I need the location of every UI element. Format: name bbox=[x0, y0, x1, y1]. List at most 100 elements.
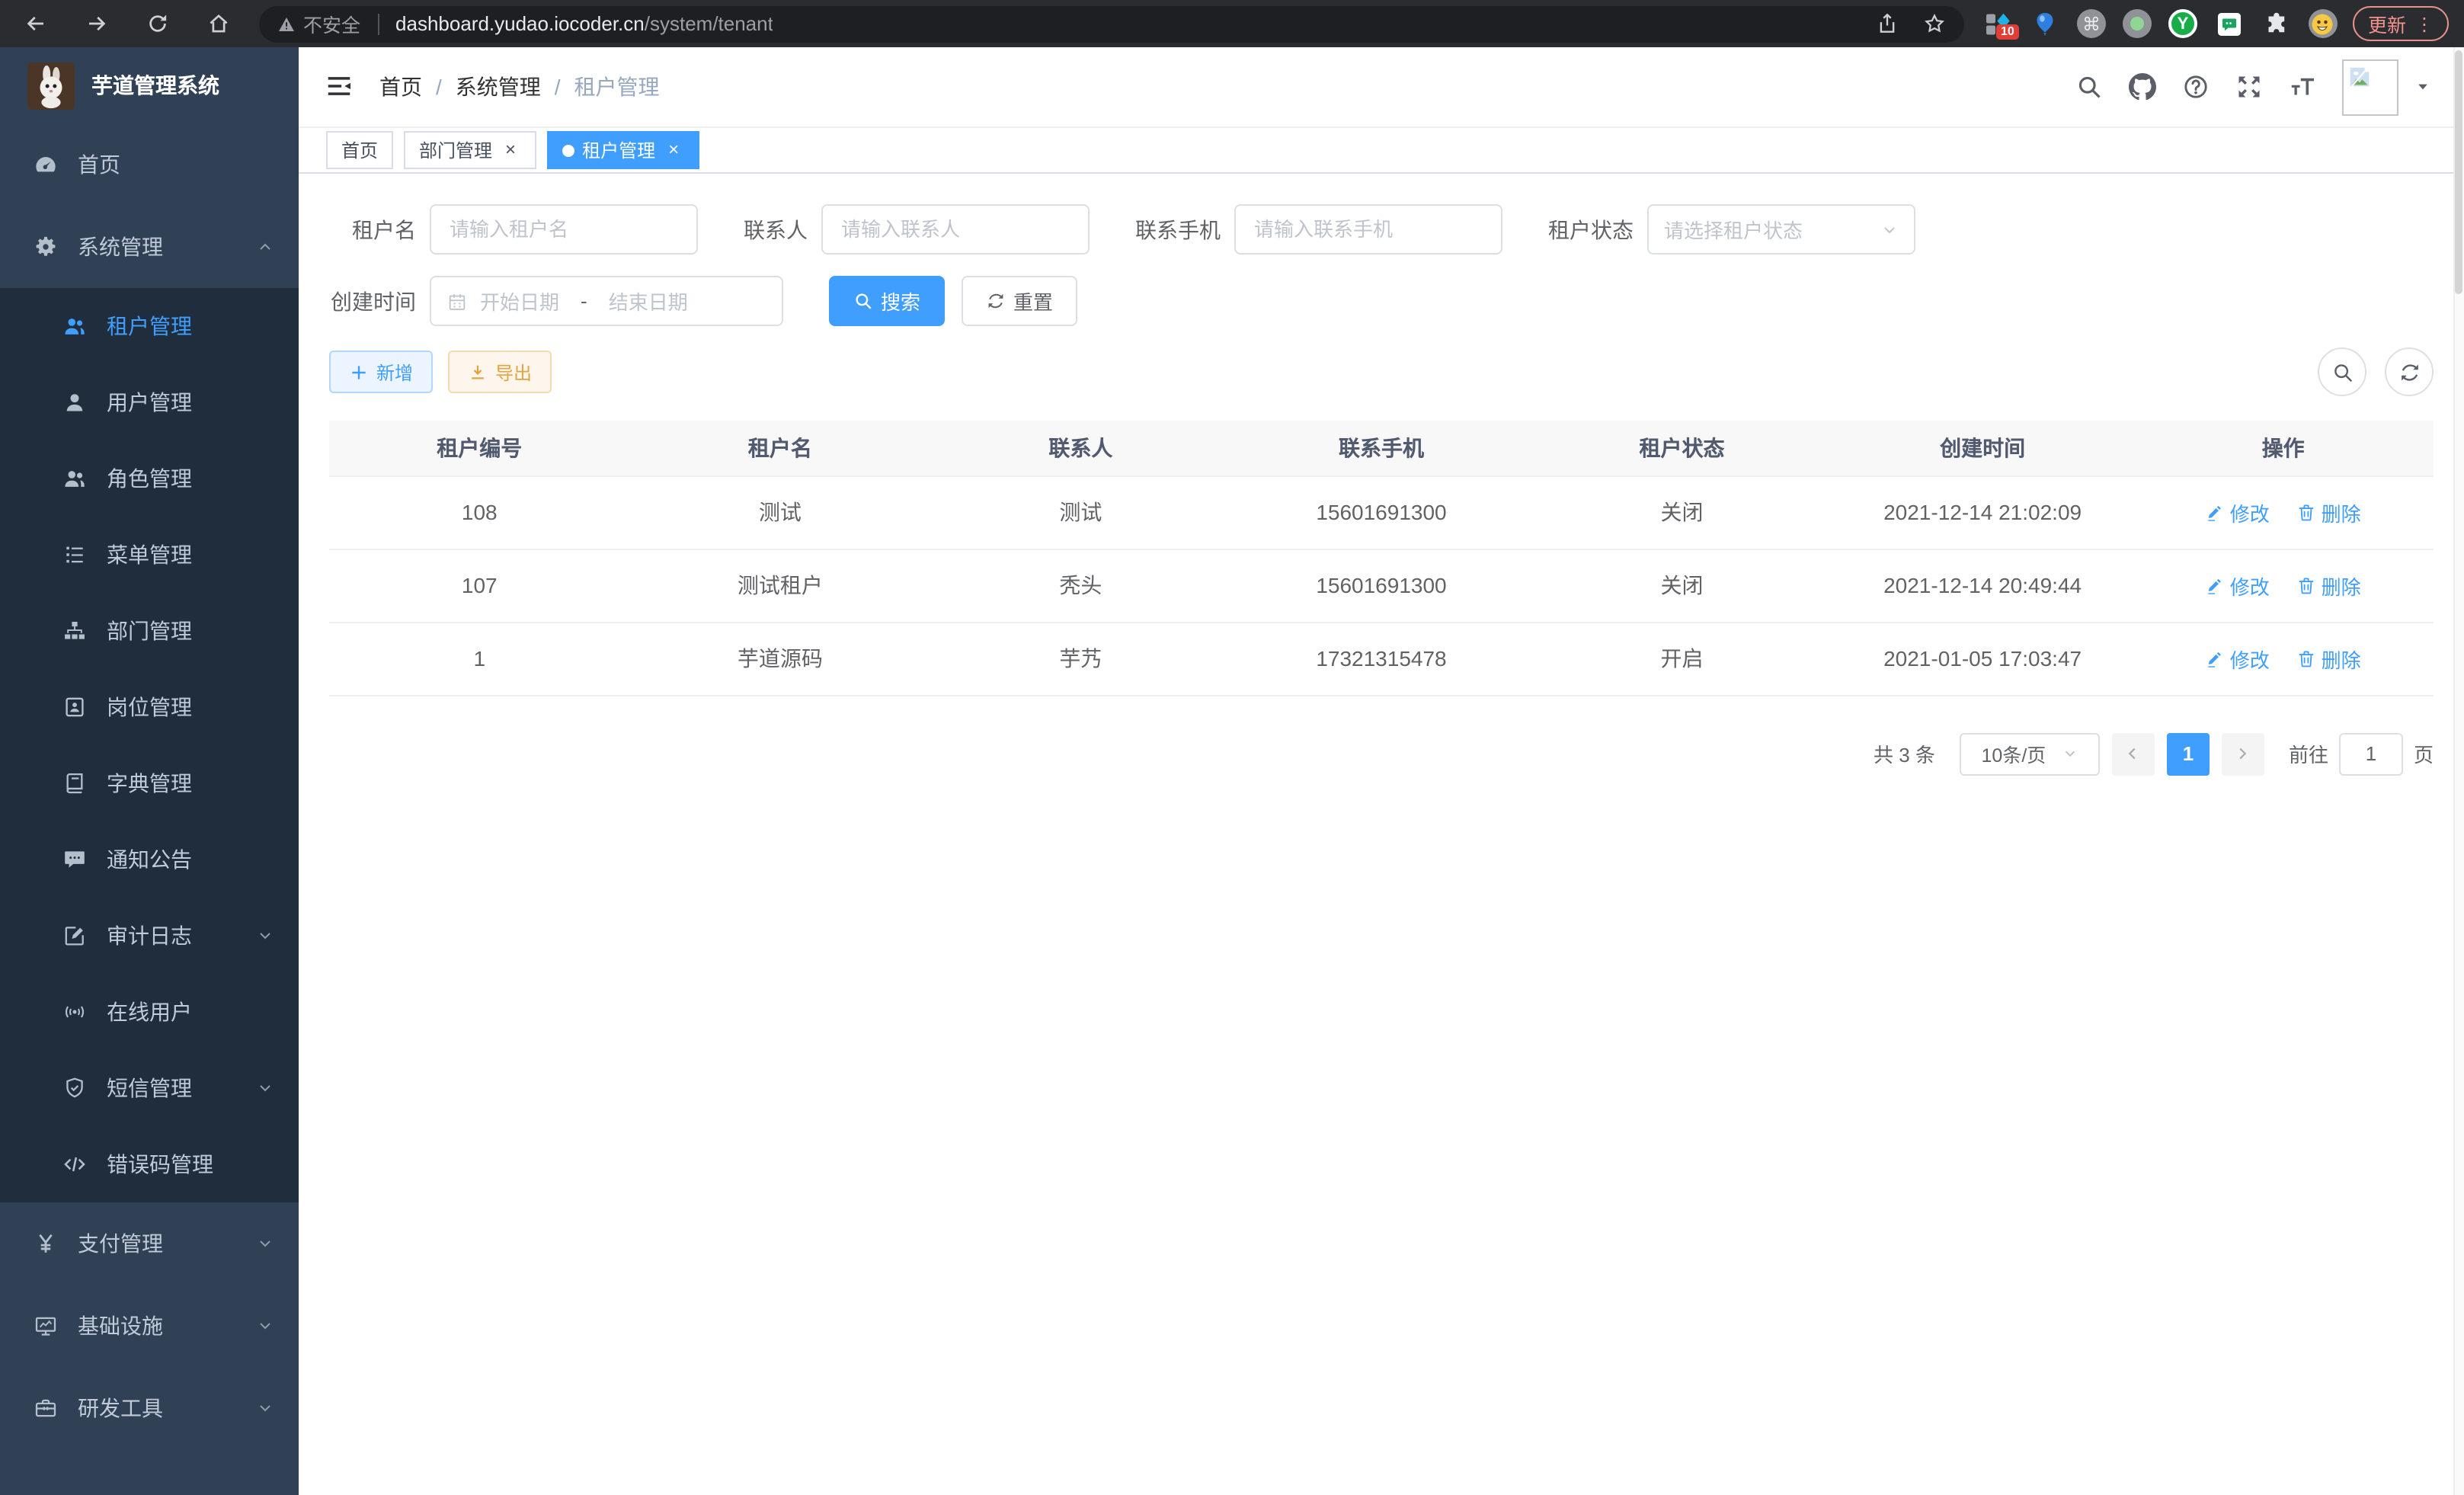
address-bar[interactable]: 不安全 dashboard.yudao.iocoder.cn/system/te… bbox=[259, 5, 1964, 42]
start-date-placeholder: 开始日期 bbox=[480, 287, 559, 315]
profile-avatar-icon[interactable] bbox=[2309, 9, 2338, 38]
sidebar-item[interactable]: 在线用户 bbox=[0, 974, 299, 1050]
app-logo[interactable]: 芋道管理系统 bbox=[0, 47, 299, 123]
sidebar-item[interactable]: 短信管理 bbox=[0, 1050, 299, 1126]
sidebar-item[interactable]: 菜单管理 bbox=[0, 517, 299, 593]
sidebar-item[interactable]: 研发工具 bbox=[0, 1367, 299, 1449]
help-icon[interactable] bbox=[2182, 73, 2210, 101]
add-button[interactable]: 新增 bbox=[329, 351, 433, 393]
page-number-1[interactable]: 1 bbox=[2167, 732, 2210, 775]
contact-input[interactable] bbox=[821, 204, 1090, 255]
cell-actions: 修改 删除 bbox=[2133, 475, 2434, 549]
chevron-icon bbox=[256, 1079, 274, 1097]
refresh-table-button[interactable] bbox=[2385, 347, 2434, 396]
github-icon[interactable] bbox=[2129, 73, 2156, 101]
tag-close-icon[interactable]: × bbox=[663, 139, 684, 161]
export-button[interactable]: 导出 bbox=[448, 351, 552, 393]
extension-balloon-icon[interactable] bbox=[2030, 8, 2060, 39]
chevron-icon bbox=[256, 927, 274, 945]
reload-icon[interactable] bbox=[137, 4, 177, 43]
sidebar-item[interactable]: 部门管理 bbox=[0, 593, 299, 669]
sidebar-item[interactable]: 角色管理 bbox=[0, 440, 299, 517]
cell-created: 2021-12-14 21:02:09 bbox=[1832, 475, 2133, 549]
avatar-caret-icon[interactable] bbox=[2415, 79, 2430, 94]
cell-created: 2021-12-14 20:49:44 bbox=[1832, 549, 2133, 622]
end-date-placeholder: 结束日期 bbox=[609, 287, 688, 315]
home-icon[interactable] bbox=[198, 4, 238, 43]
badge-icon bbox=[62, 695, 87, 719]
tag-close-icon[interactable]: × bbox=[500, 139, 521, 161]
sidebar-collapse-icon[interactable] bbox=[325, 72, 355, 102]
edit-link[interactable]: 修改 bbox=[2206, 498, 2270, 527]
search-icon bbox=[2331, 360, 2354, 383]
tag[interactable]: 租户管理 × bbox=[547, 131, 699, 169]
tag[interactable]: 部门管理 × bbox=[404, 131, 536, 169]
security-label[interactable]: 不安全 bbox=[303, 9, 360, 38]
page-size-select[interactable]: 10条/页 bbox=[1960, 732, 2100, 775]
hide-search-button[interactable] bbox=[2318, 347, 2366, 396]
cell-tenant-id: 1 bbox=[329, 622, 630, 695]
share-icon[interactable] bbox=[1876, 12, 1899, 35]
reset-button[interactable]: 重置 bbox=[962, 276, 1077, 326]
sidebar-item[interactable]: 通知公告 bbox=[0, 821, 299, 898]
next-page-button[interactable] bbox=[2222, 732, 2264, 775]
edit-link[interactable]: 修改 bbox=[2206, 644, 2270, 673]
sidebar-item[interactable]: 审计日志 bbox=[0, 898, 299, 974]
breadcrumb-item[interactable]: / 系统管理 bbox=[422, 72, 541, 102]
extension-command-icon[interactable]: ⌘ bbox=[2077, 9, 2106, 38]
extension-chat-icon[interactable] bbox=[2214, 8, 2245, 39]
cell-contact: 芋艿 bbox=[930, 622, 1231, 695]
edit-link[interactable]: 修改 bbox=[2206, 571, 2270, 600]
create-time-range-picker[interactable]: 开始日期 - 结束日期 bbox=[430, 276, 783, 326]
user-avatar[interactable] bbox=[2342, 59, 2398, 115]
page-scrollbar[interactable] bbox=[2453, 47, 2464, 1495]
sidebar-item[interactable]: 错误码管理 bbox=[0, 1126, 299, 1202]
search-icon[interactable] bbox=[2075, 73, 2103, 101]
sidebar-item[interactable]: 系统管理 bbox=[0, 206, 299, 288]
extension-recorder-icon[interactable] bbox=[2123, 9, 2152, 38]
tenant-name-input[interactable] bbox=[430, 204, 698, 255]
sidebar-item[interactable]: 字典管理 bbox=[0, 745, 299, 821]
extensions-puzzle-icon[interactable] bbox=[2261, 8, 2292, 39]
trash-icon bbox=[2297, 575, 2317, 595]
cell-tenant-name: 芋道源码 bbox=[630, 622, 931, 695]
forward-icon[interactable] bbox=[76, 4, 116, 43]
extension-tabs-icon[interactable]: 10 bbox=[1982, 8, 2013, 39]
cell-tenant-name: 测试租户 bbox=[630, 549, 931, 622]
breadcrumb-item[interactable]: / 租户管理 bbox=[541, 72, 660, 102]
url-path: /system/tenant bbox=[645, 12, 773, 35]
font-size-icon[interactable] bbox=[2289, 73, 2316, 101]
search-button[interactable]: 搜索 bbox=[829, 276, 945, 326]
status-select[interactable]: 请选择租户状态 bbox=[1647, 204, 1915, 255]
goto-page-input[interactable] bbox=[2339, 732, 2403, 775]
delete-link[interactable]: 删除 bbox=[2297, 571, 2361, 600]
broken-image-icon bbox=[2347, 63, 2373, 89]
sidebar-item[interactable]: 岗位管理 bbox=[0, 669, 299, 745]
page-url[interactable]: dashboard.yudao.iocoder.cn/system/tenant bbox=[395, 12, 773, 35]
screen: 不安全 dashboard.yudao.iocoder.cn/system/te… bbox=[0, 0, 2464, 1495]
delete-link[interactable]: 删除 bbox=[2297, 644, 2361, 673]
browser-update-button[interactable]: 更新 ⋮ bbox=[2353, 6, 2449, 41]
sidebar-item[interactable]: 基础设施 bbox=[0, 1285, 299, 1367]
breadcrumb-item[interactable]: 首页 bbox=[379, 72, 422, 102]
delete-link[interactable]: 删除 bbox=[2297, 498, 2361, 527]
sidebar-item[interactable]: 首页 bbox=[0, 123, 299, 206]
chevron-down-icon bbox=[2061, 745, 2078, 762]
cell-created: 2021-01-05 17:03:47 bbox=[1832, 622, 2133, 695]
back-icon[interactable] bbox=[15, 4, 55, 43]
calendar-icon bbox=[446, 290, 468, 312]
browser-menu-icon[interactable]: ⋮ bbox=[2415, 13, 2434, 34]
mobile-input[interactable] bbox=[1234, 204, 1502, 255]
bookmark-star-icon[interactable] bbox=[1923, 12, 1946, 35]
fullscreen-icon[interactable] bbox=[2235, 73, 2263, 101]
sidebar: 芋道管理系统 首页 系统管理 bbox=[0, 47, 299, 1495]
extension-y-icon[interactable]: Y bbox=[2168, 9, 2197, 38]
toolbox-icon bbox=[34, 1396, 58, 1420]
breadcrumb: 首页 / 系统管理 / 租户管理 bbox=[379, 72, 660, 102]
tag[interactable]: 首页 bbox=[326, 131, 393, 169]
sidebar-item[interactable]: 用户管理 bbox=[0, 364, 299, 440]
prev-page-button[interactable] bbox=[2112, 732, 2155, 775]
sidebar-item[interactable]: 租户管理 bbox=[0, 288, 299, 364]
column-header: 创建时间 bbox=[1832, 421, 2133, 475]
sidebar-item[interactable]: 支付管理 bbox=[0, 1202, 299, 1285]
